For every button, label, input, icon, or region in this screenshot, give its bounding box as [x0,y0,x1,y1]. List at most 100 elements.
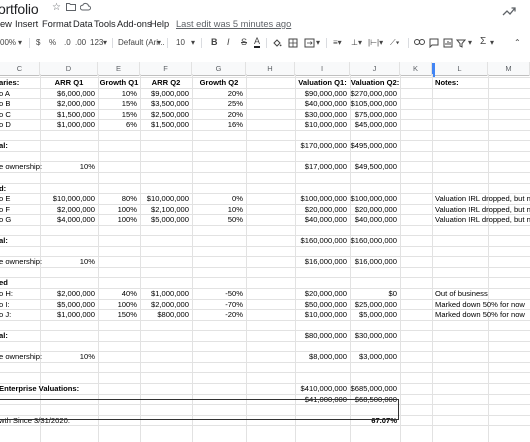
menu-tools[interactable]: Tools [94,19,116,29]
cell-e-r1[interactable]: 10% [98,89,137,99]
cell-f-r2[interactable]: $3,500,000 [140,99,189,109]
cell-i-r11[interactable]: $100,000,000 [295,194,347,204]
cell-l-r13[interactable]: Valuation IRL dropped, but not m [435,215,530,225]
cell-c-r19[interactable]: ed [0,278,527,288]
cell-i-r20[interactable]: $20,000,000 [295,289,347,299]
cell-f-r11[interactable]: $10,000,000 [140,194,189,204]
cell-c-r10[interactable]: d: [0,184,527,194]
cell-j-r11[interactable]: $100,000,000 [350,194,397,204]
cell-l-r20[interactable]: Out of business [435,289,530,299]
cell-i-r29[interactable]: $410,000,000 [295,384,347,394]
cell-i-r22[interactable]: $10,000,000 [295,310,347,320]
column-header-d[interactable]: D [40,62,98,76]
vertical-align-icon[interactable]: ⊥▾ [351,38,362,47]
currency-button[interactable]: $ [36,38,40,47]
cell-j-r8[interactable]: $49,500,000 [350,162,397,172]
column-header-j[interactable]: J [350,62,400,76]
zoom-select[interactable]: 00% [0,38,16,47]
cell-g-r2[interactable]: 25% [192,99,243,109]
cell-e-r21[interactable]: 100% [98,300,137,310]
cell-i-r24[interactable]: $80,000,000 [295,331,347,341]
cell-i-r15[interactable]: $160,000,000 [295,236,347,246]
cell-f-r3[interactable]: $2,500,000 [140,110,189,120]
cell-j-r17[interactable]: $16,000,000 [350,257,397,267]
cell-e-r3[interactable]: 15% [98,110,137,120]
folder-icon[interactable] [66,2,76,14]
cell-f-r4[interactable]: $1,500,000 [140,120,189,130]
decrease-decimals-button[interactable]: .0 [64,38,71,47]
functions-button[interactable]: Σ [480,36,486,47]
cell-f-r20[interactable]: $1,000,000 [140,289,189,299]
cell-j-r15[interactable]: $160,000,000 [350,236,397,246]
cell-d-r2[interactable]: $2,000,000 [40,99,95,109]
column-header-e[interactable]: E [98,62,140,76]
cell-d-r1[interactable]: $6,000,000 [40,89,95,99]
cell-d-r17[interactable]: 10% [40,257,95,267]
cell-l-r21[interactable]: Marked down 50% for now [435,300,530,310]
cell-d-r11[interactable]: $10,000,000 [40,194,95,204]
menu-data[interactable]: Data [73,19,93,29]
cell-i-r26[interactable]: $8,000,000 [295,352,347,362]
cell-d-r26[interactable]: 10% [40,352,95,362]
cell-e-r13[interactable]: 100% [98,215,137,225]
cell-i-r2[interactable]: $40,000,000 [295,99,347,109]
cell-f-r0[interactable]: ARR Q2 [140,78,192,88]
menu-insert[interactable]: Insert [15,19,38,29]
cloud-icon[interactable] [79,2,91,14]
column-header-l[interactable]: L [432,62,488,76]
chevron-down-icon[interactable]: ▾ [191,38,195,47]
cell-g-r11[interactable]: 0% [192,194,243,204]
bold-button[interactable]: B [211,37,218,47]
cell-g-r13[interactable]: 50% [192,215,243,225]
cell-l-r22[interactable]: Marked down 50% for now [435,310,530,320]
cell-d-r12[interactable]: $2,000,000 [40,205,95,215]
paint-bucket-icon[interactable] [272,38,282,50]
align-left-icon[interactable]: ≡▾ [333,38,342,47]
cell-j-r26[interactable]: $3,000,000 [350,352,397,362]
chevron-down-icon[interactable]: ▾ [316,38,320,47]
text-color-button[interactable]: A [254,36,261,48]
cell-f-r1[interactable]: $9,000,000 [140,89,189,99]
cell-g-r3[interactable]: 20% [192,110,243,120]
text-rotate-icon[interactable]: ⟋▾ [390,38,400,48]
cell-f-r13[interactable]: $5,000,000 [140,215,189,225]
cell-i-r4[interactable]: $10,000,000 [295,120,347,130]
cell-j-r6[interactable]: $495,000,000 [350,141,397,151]
increase-decimals-button[interactable]: .00 [75,38,86,47]
cell-c-r6[interactable]: al: [0,141,527,151]
cell-g-r1[interactable]: 20% [192,89,243,99]
cell-g-r0[interactable]: Growth Q2 [192,78,246,88]
last-edit-link[interactable]: Last edit was 5 minutes ago [176,19,291,29]
cell-j-r20[interactable]: $0 [350,289,397,299]
cell-j-r13[interactable]: $40,000,000 [350,215,397,225]
cell-d-r8[interactable]: 10% [40,162,95,172]
menu-format[interactable]: Format [42,19,71,29]
cell-d-r0[interactable]: ARR Q1 [40,78,98,88]
cell-i-r0[interactable]: Valuation Q1: [295,78,350,88]
cell-j-r12[interactable]: $20,000,000 [350,205,397,215]
chevron-down-icon[interactable]: ▾ [157,38,161,47]
cell-j-r4[interactable]: $45,000,000 [350,120,397,130]
borders-icon[interactable] [288,38,298,50]
font-size-select[interactable]: 10 [176,38,185,47]
more-formats-button[interactable]: 123 [90,38,103,47]
column-header-k[interactable]: K [400,62,432,76]
merge-cells-icon[interactable] [304,38,315,50]
cell-g-r21[interactable]: -70% [192,300,243,310]
star-icon[interactable]: ☆ [52,2,61,13]
cell-e-r22[interactable]: 150% [98,310,137,320]
cell-l-r12[interactable]: Valuation IRL dropped, but not m [435,205,530,215]
cell-l-r11[interactable]: Valuation IRL dropped, but not m [435,194,530,204]
column-header-f[interactable]: F [140,62,192,76]
cell-d-r4[interactable]: $1,000,000 [40,120,95,130]
cell-j-r0[interactable]: Valuation Q2: [350,78,400,88]
chevron-down-icon[interactable]: ▾ [468,38,472,47]
chevron-down-icon[interactable]: ▾ [103,38,107,47]
cell-e-r2[interactable]: 15% [98,99,137,109]
cell-g-r12[interactable]: 10% [192,205,243,215]
cell-f-r21[interactable]: $2,000,000 [140,300,189,310]
cell-e-r4[interactable]: 6% [98,120,137,130]
percent-button[interactable]: % [49,38,56,47]
cell-i-r3[interactable]: $30,000,000 [295,110,347,120]
cell-i-r12[interactable]: $20,000,000 [295,205,347,215]
